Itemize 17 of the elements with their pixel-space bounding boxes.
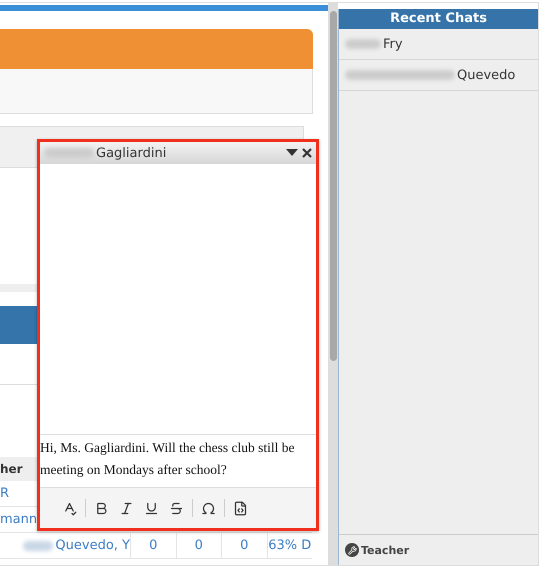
close-icon[interactable]: [302, 148, 312, 158]
caret-icon[interactable]: [286, 149, 298, 157]
table-cell: 0: [221, 533, 266, 558]
chat-title: Gagliardini: [44, 146, 282, 160]
sidebar-title: Recent Chats: [339, 9, 538, 29]
table-cell: 0: [130, 533, 176, 558]
table-cell: 63% D: [266, 533, 312, 558]
role-label: Teacher: [339, 534, 538, 565]
student-link[interactable]: Quevedo, Y: [0, 538, 130, 553]
student-link[interactable]: mann: [0, 512, 38, 527]
column-header: her: [0, 457, 37, 481]
chat-item[interactable]: Fry: [339, 29, 538, 60]
wrench-icon: [345, 543, 359, 557]
table-cell: 0: [176, 533, 221, 558]
chat-item[interactable]: Quevedo: [339, 60, 538, 91]
student-link[interactable]: R: [0, 486, 10, 501]
scrollbar[interactable]: [328, 3, 338, 565]
